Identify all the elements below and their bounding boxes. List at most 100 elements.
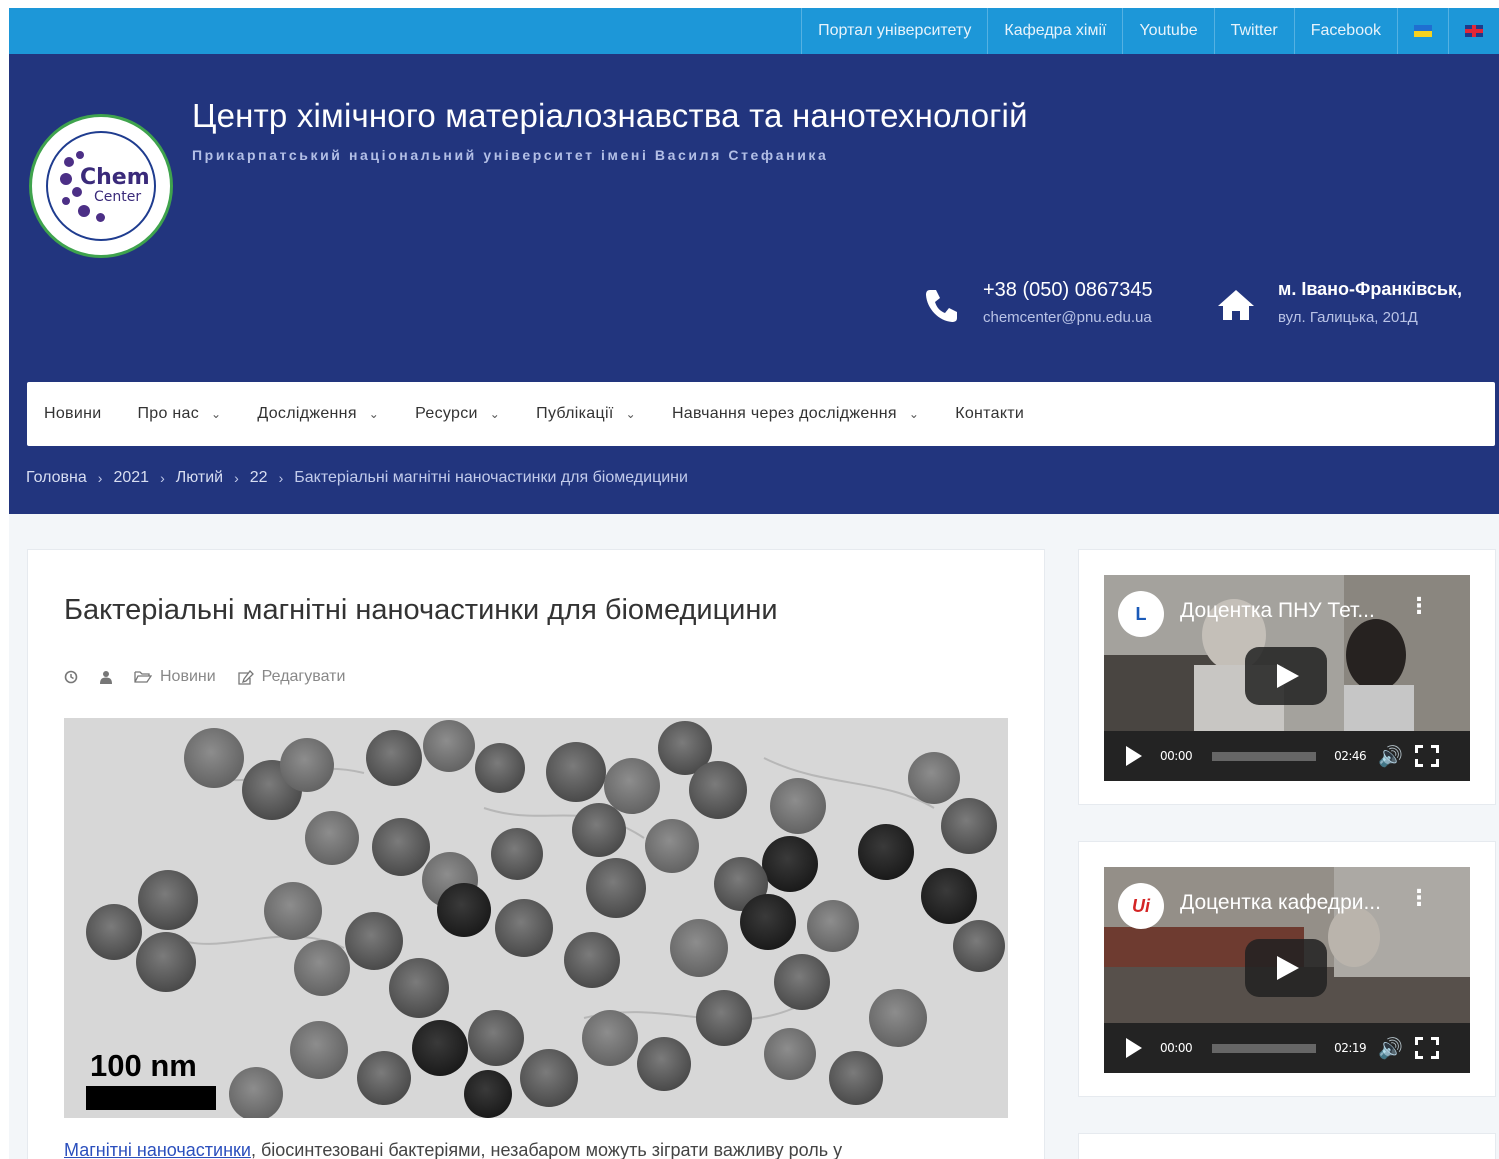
- phone-number[interactable]: +38 (050) 0867345: [983, 279, 1153, 302]
- edit-icon: [238, 669, 254, 685]
- chevron-down-icon: ⌄: [625, 407, 636, 421]
- nanoparticle-micrograph: 100 nm: [64, 718, 1008, 1118]
- site-header: Chem Center Центр хімічного матеріалозна…: [9, 54, 1499, 514]
- chevron-right-icon: ›: [278, 470, 284, 486]
- site-title[interactable]: Центр хімічного матеріалознавства та нан…: [192, 97, 1028, 135]
- meta-edit[interactable]: Редагувати: [238, 668, 346, 686]
- breadcrumb-day[interactable]: 22: [250, 469, 268, 487]
- chevron-right-icon: ›: [234, 470, 239, 486]
- article-title: Бактеріальні магнітні наночастинки для б…: [64, 594, 778, 626]
- user-icon: [100, 671, 112, 684]
- nav-item-learning[interactable]: Навчання через дослідження ⌄: [672, 405, 919, 423]
- address-street: вул. Галицька, 201Д: [1278, 309, 1418, 326]
- nav-item-label: Ресурси: [415, 405, 478, 422]
- folder-icon: [134, 671, 152, 683]
- logo-text-chem: Chem: [80, 165, 150, 190]
- more-options-icon[interactable]: ⋮: [1408, 887, 1430, 909]
- article-meta: Новини Редагувати: [64, 668, 367, 686]
- video-title[interactable]: Доцентка кафедри...: [1180, 891, 1381, 915]
- nav-item-label: Дослідження: [257, 405, 357, 422]
- article-text-rest: , біосинтезовані бактеріями, незабаром м…: [250, 1140, 843, 1159]
- meta-category[interactable]: Новини: [134, 668, 216, 686]
- breadcrumb-month[interactable]: Лютий: [176, 469, 223, 487]
- fullscreen-icon[interactable]: [1415, 745, 1440, 767]
- nav-item-label: Новини: [44, 405, 102, 422]
- meta-author: [100, 670, 112, 684]
- volume-icon[interactable]: 🔊: [1378, 1036, 1403, 1061]
- clock-icon: [64, 670, 78, 684]
- chevron-down-icon: ⌄: [368, 407, 380, 421]
- language-en[interactable]: [1448, 8, 1499, 54]
- breadcrumb-current: Бактеріальні магнітні наночастинки для б…: [294, 469, 688, 486]
- site-logo[interactable]: Chem Center: [29, 114, 173, 258]
- flag-ua-icon: [1414, 25, 1432, 37]
- site-subtitle: Прикарпатський національний університет …: [192, 147, 829, 163]
- video-controls: 00:00 02:46 🔊: [1104, 731, 1470, 781]
- video-title[interactable]: Доцентка ПНУ Тет...: [1180, 599, 1375, 623]
- video-widget-2: Ui Доцентка кафедри... ⋮ 00:00 02:19 🔊: [1078, 841, 1496, 1097]
- video-widget-1: L Доцентка ПНУ Тет... ⋮ 00:00 02:46 🔊: [1078, 549, 1496, 805]
- address-city: м. Івано-Франківськ,: [1278, 279, 1462, 299]
- video-controls: 00:00 02:19 🔊: [1104, 1023, 1470, 1073]
- flag-uk-icon: [1465, 25, 1483, 37]
- breadcrumb-home[interactable]: Головна: [26, 469, 87, 487]
- nav-item-label: Публікації: [536, 405, 614, 422]
- home-icon: [1218, 290, 1254, 320]
- more-options-icon[interactable]: ⋮: [1408, 595, 1430, 617]
- nav-item-about[interactable]: Про нас ⌄: [137, 405, 221, 423]
- nav-item-label: Про нас: [137, 405, 200, 422]
- main-navigation: Новини Про нас ⌄ Дослідження ⌄ Ресурси ⌄ Пу…: [27, 382, 1495, 446]
- top-links: Портал університету Кафедра хімії Youtub…: [801, 8, 1499, 54]
- email-address[interactable]: chemcenter@pnu.edu.ua: [983, 309, 1152, 326]
- progress-track[interactable]: [1212, 1043, 1317, 1053]
- logo-dot: [76, 151, 84, 159]
- scale-label: 100 nm: [90, 1048, 197, 1083]
- current-time: 00:00: [1160, 1041, 1193, 1055]
- phone-icon: [926, 290, 957, 322]
- scale-bar: [86, 1086, 216, 1110]
- video-player-2: Ui Доцентка кафедри... ⋮ 00:00 02:19 🔊: [1104, 867, 1470, 1073]
- top-link-twitter[interactable]: Twitter: [1213, 8, 1294, 54]
- page-frame: Портал університету Кафедра хімії Youtub…: [9, 8, 1499, 1159]
- article-card: Бактеріальні магнітні наночастинки для б…: [27, 549, 1045, 1159]
- edit-link[interactable]: Редагувати: [262, 668, 346, 686]
- nav-item-news[interactable]: Новини: [44, 405, 101, 423]
- top-link-youtube[interactable]: Youtube: [1122, 8, 1213, 54]
- nav-item-research[interactable]: Дослідження ⌄: [257, 405, 379, 423]
- language-ua[interactable]: [1397, 8, 1448, 54]
- logo-dot: [64, 157, 74, 167]
- progress-track[interactable]: [1212, 751, 1317, 761]
- play-icon[interactable]: [1126, 1038, 1142, 1058]
- logo-dot: [60, 173, 72, 185]
- meta-date: [64, 670, 78, 684]
- play-button-large[interactable]: [1245, 939, 1327, 997]
- chevron-down-icon: ⌄: [489, 407, 501, 421]
- article-text: Магнітні наночастинки, біосинтезовані ба…: [64, 1140, 842, 1159]
- play-button-large[interactable]: [1245, 647, 1327, 705]
- logo-dot: [62, 197, 70, 205]
- fullscreen-icon[interactable]: [1415, 1037, 1440, 1059]
- nav-item-resources[interactable]: Ресурси ⌄: [415, 405, 500, 423]
- breadcrumb: Головна › 2021 › Лютий › 22 › Бактеріаль…: [26, 469, 688, 487]
- top-link-chem-department[interactable]: Кафедра хімії: [987, 8, 1122, 54]
- volume-icon[interactable]: 🔊: [1378, 744, 1403, 769]
- breadcrumb-year[interactable]: 2021: [113, 469, 149, 487]
- channel-avatar[interactable]: L: [1118, 591, 1164, 637]
- category-link[interactable]: Новини: [160, 668, 216, 686]
- article-link[interactable]: Магнітні наночастинки: [64, 1140, 251, 1159]
- logo-text-center: Center: [94, 189, 142, 205]
- current-time: 00:00: [1160, 749, 1193, 763]
- micrograph-image: [64, 718, 1008, 1118]
- sidebar-widget-3: [1078, 1133, 1496, 1159]
- chevron-right-icon: ›: [160, 470, 165, 486]
- channel-avatar[interactable]: Ui: [1118, 883, 1164, 929]
- top-link-portal[interactable]: Портал університету: [801, 8, 987, 54]
- chevron-down-icon: ⌄: [211, 407, 222, 421]
- nav-item-publications[interactable]: Публікації ⌄: [536, 405, 636, 423]
- play-icon[interactable]: [1126, 746, 1142, 766]
- nav-item-contacts[interactable]: Контакти: [955, 405, 1024, 423]
- top-bar: Портал університету Кафедра хімії Youtub…: [9, 8, 1499, 54]
- logo-dot: [96, 213, 105, 222]
- chevron-down-icon: ⌄: [908, 407, 920, 421]
- top-link-facebook[interactable]: Facebook: [1293, 8, 1397, 54]
